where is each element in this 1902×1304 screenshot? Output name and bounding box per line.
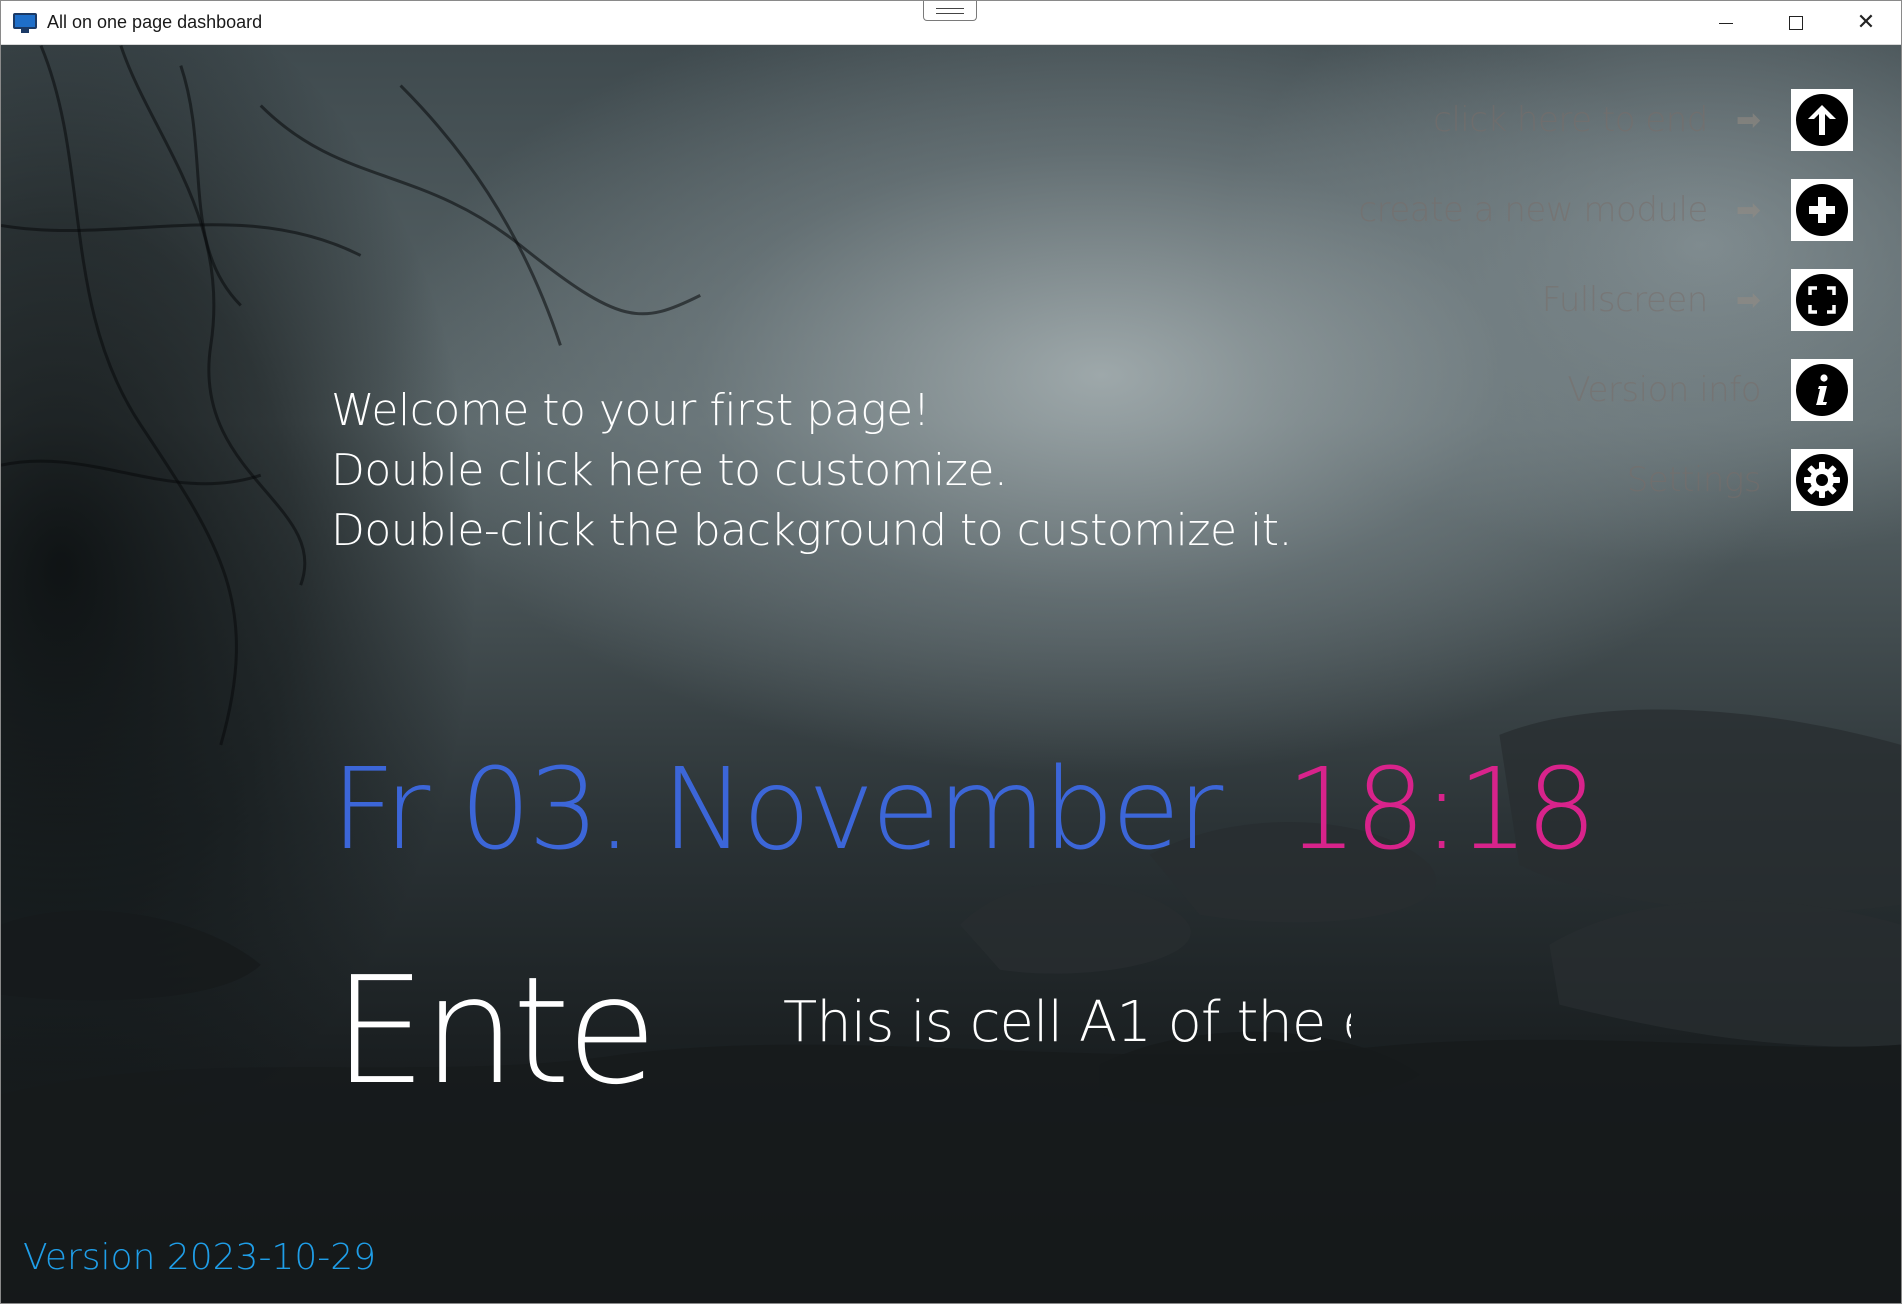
menu-item-version-info[interactable]: Version info: [1567, 359, 1853, 421]
menu-item-new-module[interactable]: create a new module ➡: [1358, 179, 1853, 241]
new-module-button[interactable]: [1791, 179, 1853, 241]
arrow-right-icon: ➡: [1735, 102, 1761, 138]
gear-icon: [1796, 454, 1848, 506]
menu-item-label: Version info: [1567, 370, 1761, 410]
menu-item-settings[interactable]: Settings: [1627, 449, 1853, 511]
menu-item-label: click here to end: [1433, 100, 1708, 140]
end-button[interactable]: [1791, 89, 1853, 151]
version-label: Version 2023-10-29: [23, 1237, 377, 1278]
menu-item-fullscreen[interactable]: Fullscreen ➡: [1542, 269, 1853, 331]
maximize-icon: [1789, 16, 1803, 30]
welcome-line-3: Double-click the background to customize…: [331, 505, 1293, 556]
window-title: All on one page dashboard: [47, 12, 263, 32]
excel-cell-module[interactable]: This is cell A1 of the excel: [783, 990, 1351, 1055]
close-button[interactable]: ✕: [1831, 1, 1901, 45]
info-icon: [1796, 364, 1848, 416]
date-display: Fr 03. November: [331, 745, 1223, 875]
fullscreen-icon: [1796, 274, 1848, 326]
menu-item-end[interactable]: click here to end ➡: [1433, 89, 1853, 151]
maximize-button[interactable]: [1761, 1, 1831, 45]
time-display: 18:18: [1286, 745, 1597, 875]
close-icon: ✕: [1856, 10, 1876, 35]
window-controls: ✕: [1691, 1, 1901, 45]
snap-layout-handle[interactable]: [923, 1, 977, 21]
arrow-up-icon: [1796, 94, 1848, 146]
welcome-line-1: Welcome to your first page!: [331, 385, 930, 436]
plus-icon: [1796, 184, 1848, 236]
menu-item-label: Settings: [1626, 460, 1762, 500]
ente-text-module[interactable]: Ente: [333, 945, 657, 1117]
title-bar[interactable]: All on one page dashboard ✕: [1, 1, 1901, 45]
minimize-icon: [1719, 22, 1733, 24]
menu-item-label: Fullscreen: [1541, 280, 1709, 320]
clock-module[interactable]: Fr 03. November 18:18: [331, 745, 1597, 875]
version-info-button[interactable]: [1791, 359, 1853, 421]
arrow-right-icon: ➡: [1735, 282, 1761, 318]
minimize-button[interactable]: [1691, 1, 1761, 45]
monitor-icon: [13, 12, 37, 33]
dashboard-background[interactable]: click here to end ➡ create a new module …: [1, 45, 1901, 1303]
fullscreen-button[interactable]: [1791, 269, 1853, 331]
app-window: All on one page dashboard ✕ click here t…: [0, 0, 1902, 1304]
settings-button[interactable]: [1791, 449, 1853, 511]
arrow-right-icon: ➡: [1735, 192, 1761, 228]
menu-item-label: create a new module: [1358, 190, 1708, 230]
welcome-text-module[interactable]: Welcome to your first page! Double click…: [331, 381, 1293, 561]
welcome-line-2: Double click here to customize.: [331, 445, 1008, 496]
